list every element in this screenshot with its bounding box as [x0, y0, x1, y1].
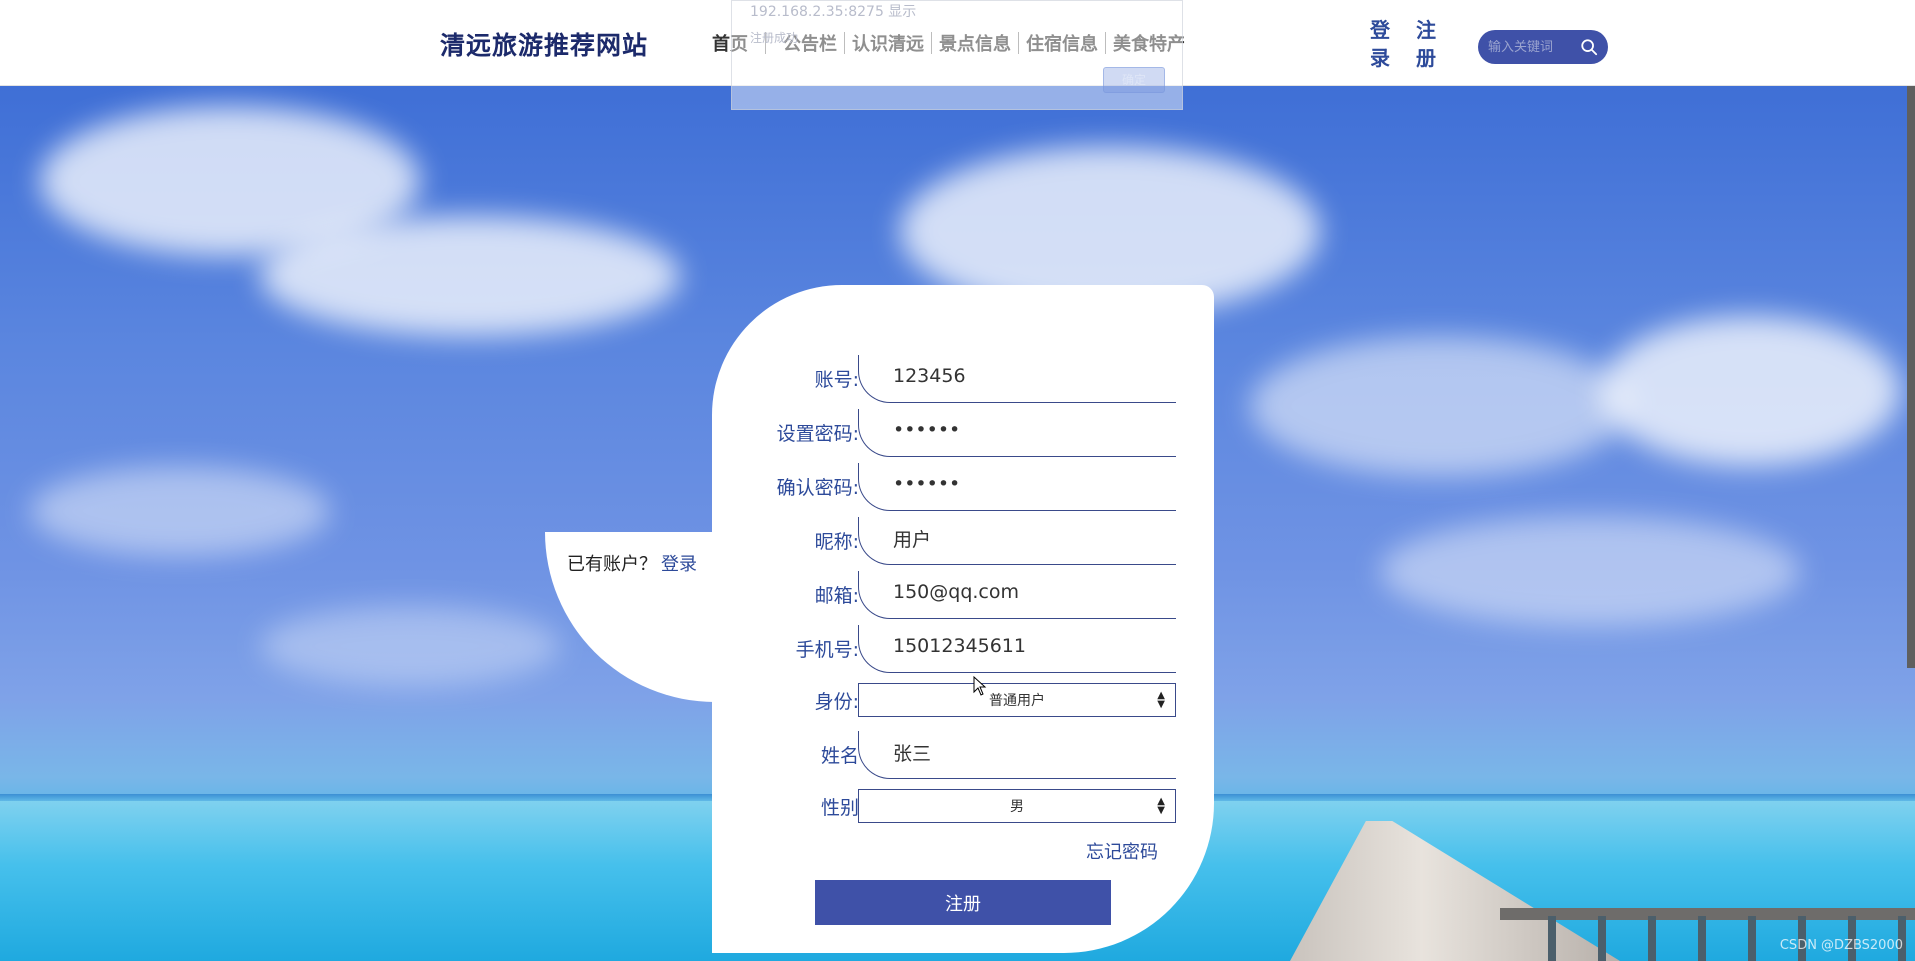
form-row-nickname: 昵称:: [712, 517, 1214, 567]
identity-select[interactable]: 普通用户 ▲ ▼: [858, 683, 1176, 717]
mouse-cursor-icon: [973, 676, 987, 696]
cloud: [260, 606, 560, 686]
input-wrapper: [858, 463, 1176, 511]
login-prompt-text: 已有账户？: [567, 554, 657, 575]
login-char: 录: [1370, 46, 1390, 70]
cloud: [1380, 516, 1800, 626]
field-label: 确认密码:: [776, 477, 859, 499]
input-wrapper: [858, 409, 1176, 457]
name-input[interactable]: [893, 741, 1163, 763]
gender-select[interactable]: 男 ▲ ▼: [858, 789, 1176, 823]
site-logo[interactable]: 清远旅游推荐网站: [440, 26, 648, 62]
register-char: 册: [1416, 46, 1436, 70]
pier-leg: [1698, 916, 1706, 961]
field-label: 设置密码:: [776, 423, 859, 445]
alert-ok-button[interactable]: 确定: [1103, 67, 1165, 93]
register-form: 账号: 设置密码: 确认密码: 昵称: 邮箱: 手机号: 身份:: [712, 285, 1214, 953]
field-label: 姓名: [820, 745, 859, 767]
pier-leg: [1648, 916, 1656, 961]
cloud: [260, 216, 680, 336]
form-row-email: 邮箱:: [712, 571, 1214, 621]
pier-leg: [1598, 916, 1606, 961]
login-char: 登: [1370, 18, 1390, 42]
alert-message: 注册成功: [750, 31, 799, 45]
header-register-link[interactable]: 注 册: [1416, 16, 1436, 72]
form-row-account: 账号:: [712, 355, 1214, 405]
browser-alert: 192.168.2.35:8275 显示 注册成功 确定: [731, 0, 1183, 110]
password-input[interactable]: [893, 419, 1163, 441]
search-input[interactable]: [1488, 39, 1576, 55]
search-box: [1478, 30, 1608, 64]
register-button[interactable]: 注册: [815, 880, 1111, 925]
pier-leg: [1548, 916, 1556, 961]
cloud: [1600, 316, 1900, 466]
auth-links: 登 录 注 册: [1370, 16, 1436, 72]
field-label: 手机号:: [795, 639, 859, 661]
select-arrows-icon: ▲ ▼: [1157, 796, 1165, 816]
cloud: [1250, 336, 1630, 476]
form-row-confirm-password: 确认密码:: [712, 463, 1214, 513]
field-label: 性别: [820, 797, 859, 819]
pier-leg: [1748, 916, 1756, 961]
cloud: [30, 466, 330, 556]
form-row-name: 姓名: [712, 731, 1214, 781]
forgot-password-link[interactable]: 忘记密码: [1086, 838, 1158, 864]
form-row-phone: 手机号:: [712, 625, 1214, 675]
header-login-link[interactable]: 登 录: [1370, 16, 1390, 72]
account-input[interactable]: [893, 365, 1163, 387]
input-wrapper: [858, 355, 1176, 403]
field-label: 邮箱:: [814, 585, 859, 607]
page-scrollbar[interactable]: [1907, 86, 1915, 668]
gender-value: 男: [1010, 799, 1024, 815]
watermark: CSDN @DZBS2000: [1779, 938, 1903, 953]
identity-value: 普通用户: [989, 693, 1045, 709]
register-char: 注: [1416, 18, 1436, 42]
login-link[interactable]: 登录: [661, 554, 697, 575]
input-wrapper: [858, 625, 1176, 673]
email-input[interactable]: [893, 581, 1163, 603]
input-wrapper: [858, 731, 1176, 779]
field-label: 账号:: [814, 369, 859, 391]
nickname-input[interactable]: [893, 527, 1163, 549]
search-icon[interactable]: [1580, 37, 1598, 57]
phone-input[interactable]: [893, 635, 1163, 657]
login-prompt: 已有账户？ 登录: [567, 550, 697, 576]
field-label: 身份:: [814, 691, 859, 713]
input-wrapper: [858, 517, 1176, 565]
input-wrapper: [858, 571, 1176, 619]
select-arrows-icon: ▲ ▼: [1157, 690, 1165, 710]
alert-host: 192.168.2.35:8275 显示: [750, 4, 917, 20]
field-label: 昵称:: [814, 531, 859, 553]
form-row-identity: 身份: 普通用户 ▲ ▼: [712, 683, 1214, 733]
form-row-gender: 性别 男 ▲ ▼: [712, 789, 1214, 839]
confirm-password-input[interactable]: [893, 473, 1163, 495]
form-row-password: 设置密码:: [712, 409, 1214, 459]
